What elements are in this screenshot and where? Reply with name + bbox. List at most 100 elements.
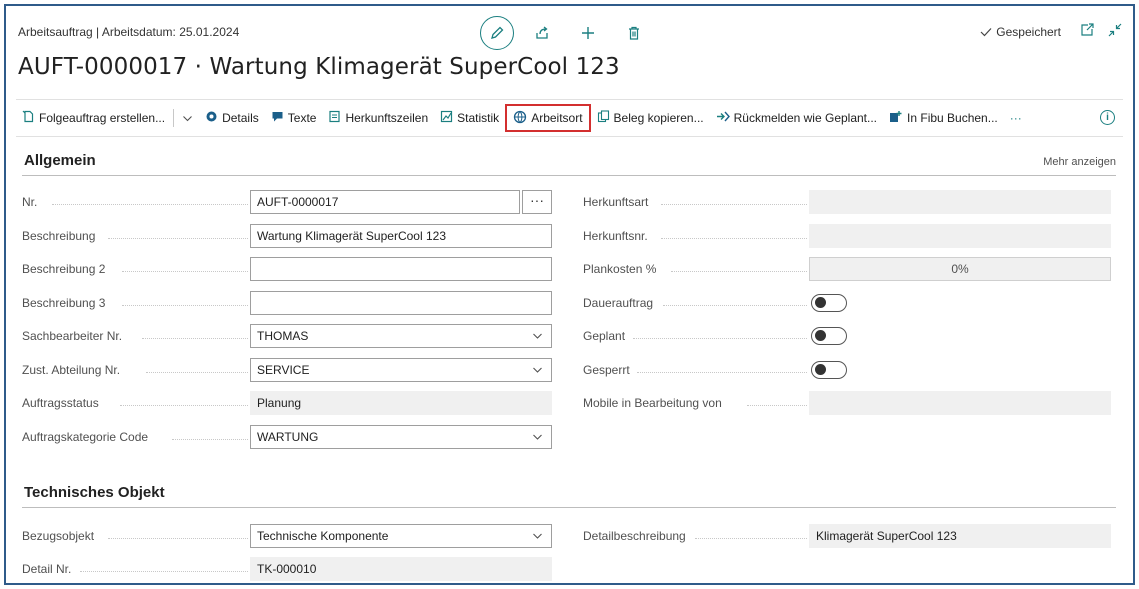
dotted-leader <box>747 405 807 406</box>
select-value: WARTUNG <box>257 430 319 444</box>
toggle-knob <box>815 297 826 308</box>
select-value: THOMAS <box>257 329 309 343</box>
field-row: Auftragskategorie Code WARTUNG <box>22 425 552 449</box>
edit-button[interactable] <box>480 16 514 50</box>
field-row: Zust. Abteilung Nr. SERVICE <box>22 358 552 382</box>
department-select[interactable]: SERVICE <box>250 358 552 382</box>
chevron-down-icon <box>532 359 543 389</box>
field-row: Geplant <box>583 324 1113 348</box>
field-label: Herkunftsnr. <box>583 229 648 243</box>
dotted-leader <box>146 372 248 373</box>
technical-section-header: Technisches Objekt <box>22 480 1116 508</box>
share-icon <box>536 26 548 39</box>
detail-no-field: TK-000010 <box>250 557 552 581</box>
field-label: Auftragskategorie Code <box>22 430 149 444</box>
info-icon[interactable]: i <box>1100 110 1115 125</box>
dotted-leader <box>671 271 807 272</box>
description-field[interactable]: Wartung Klimagerät SuperCool 123 <box>250 224 552 248</box>
separator <box>173 109 175 127</box>
select-value: Technische Komponente <box>257 529 389 543</box>
dotted-leader <box>108 538 248 539</box>
blocked-toggle[interactable] <box>811 361 847 379</box>
field-row: Detailbeschreibung Klimagerät SuperCool … <box>583 524 1113 548</box>
section-heading: Technisches Objekt <box>24 484 165 501</box>
share-button[interactable] <box>524 16 560 50</box>
chevron-down-icon <box>183 115 192 121</box>
more-icon: ··· <box>1009 111 1022 125</box>
field-label: Detail Nr. <box>22 562 72 576</box>
field-row: Dauerauftrag <box>583 291 1113 315</box>
description-3-field[interactable] <box>250 291 552 315</box>
planned-toggle[interactable] <box>811 327 847 345</box>
field-row: Detail Nr. TK-000010 <box>22 557 552 581</box>
report-icon <box>716 110 730 126</box>
field-label: Geplant <box>583 329 626 343</box>
field-label: Plankosten % <box>583 262 657 276</box>
collapse-icon[interactable] <box>1107 22 1123 38</box>
more-actions-button[interactable]: ··· <box>1004 104 1028 132</box>
page-title: AUFT-0000017 · Wartung Klimagerät SuperC… <box>18 54 620 80</box>
post-to-ledger-action[interactable]: In Fibu Buchen... <box>883 104 1004 132</box>
description-2-field[interactable] <box>250 257 552 281</box>
field-label: Beschreibung 2 <box>22 262 106 276</box>
field-label: Beschreibung 3 <box>22 296 106 310</box>
field-label: Beschreibung <box>22 229 96 243</box>
source-type-field <box>809 190 1111 214</box>
field-row: Herkunftsart <box>583 190 1113 214</box>
field-label: Herkunftsart <box>583 195 649 209</box>
toggle-knob <box>815 364 826 375</box>
source-lines-action[interactable]: Herkunftszeilen <box>322 104 434 132</box>
source-no-field <box>809 224 1111 248</box>
statistics-icon <box>440 110 453 126</box>
plus-icon <box>582 27 594 39</box>
saved-label: Gespeichert <box>996 25 1061 39</box>
planned-cost-progress: 0% <box>809 257 1111 281</box>
report-as-planned-action[interactable]: Rückmelden wie Geplant... <box>710 104 883 132</box>
field-label: Dauerauftrag <box>583 296 654 310</box>
field-label: Auftragsstatus <box>22 396 99 410</box>
work-location-action[interactable]: Arbeitsort <box>505 104 591 132</box>
texts-action[interactable]: Texte <box>265 104 323 132</box>
action-label: Rückmelden wie Geplant... <box>733 111 878 125</box>
saved-status: Gespeichert <box>980 25 1061 39</box>
show-more-link[interactable]: Mehr anzeigen <box>1043 156 1116 168</box>
field-label: Sachbearbeiter Nr. <box>22 329 123 343</box>
dotted-leader <box>80 571 248 572</box>
statistics-action[interactable]: Statistik <box>434 104 505 132</box>
top-bar: Arbeitsauftrag | Arbeitsdatum: 25.01.202… <box>18 16 1123 50</box>
field-row: Sachbearbeiter Nr. THOMAS <box>22 324 552 348</box>
delete-button[interactable] <box>616 16 652 50</box>
dotted-leader <box>172 439 248 440</box>
details-icon <box>205 110 218 126</box>
breadcrumb: Arbeitsauftrag | Arbeitsdatum: 25.01.202… <box>18 25 240 39</box>
field-row: Gesperrt <box>583 358 1113 382</box>
field-label: Mobile in Bearbeitung von <box>583 396 722 410</box>
details-action[interactable]: Details <box>199 104 265 132</box>
open-new-window-icon[interactable] <box>1079 22 1095 38</box>
dotted-leader <box>633 338 807 339</box>
post-icon <box>889 110 903 126</box>
window-controls <box>1079 22 1123 38</box>
field-row: Plankosten % 0% <box>583 257 1113 281</box>
action-dropdown[interactable] <box>176 104 199 132</box>
detail-description-field: Klimagerät SuperCool 123 <box>809 524 1111 548</box>
globe-icon <box>513 110 527 127</box>
follow-up-order-action[interactable]: Folgeauftrag erstellen... <box>16 104 171 132</box>
dotted-leader <box>52 204 248 205</box>
dotted-leader <box>661 238 807 239</box>
copy-document-action[interactable]: Beleg kopieren... <box>591 104 710 132</box>
order-category-select[interactable]: WARTUNG <box>250 425 552 449</box>
salesperson-select[interactable]: THOMAS <box>250 324 552 348</box>
number-field[interactable]: AUFT-0000017 <box>250 190 520 214</box>
page-frame: Arbeitsauftrag | Arbeitsdatum: 25.01.202… <box>4 4 1135 585</box>
field-label: Nr. <box>22 195 38 209</box>
reference-object-select[interactable]: Technische Komponente <box>250 524 552 548</box>
lookup-button[interactable]: ··· <box>522 190 552 214</box>
lines-icon <box>328 110 341 126</box>
recurring-order-toggle[interactable] <box>811 294 847 312</box>
field-row: Auftragsstatus Planung <box>22 391 552 415</box>
add-button[interactable] <box>570 16 606 50</box>
chevron-down-icon <box>532 426 543 456</box>
action-label: Folgeauftrag erstellen... <box>39 111 166 125</box>
dotted-leader <box>695 538 807 539</box>
